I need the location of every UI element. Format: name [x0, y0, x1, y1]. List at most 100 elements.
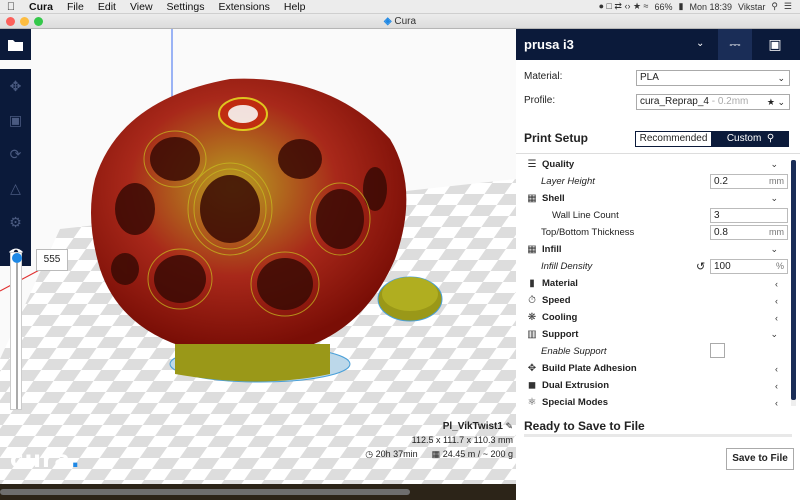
list-icon[interactable]: ☰: [784, 1, 792, 12]
print-time: 20h 37min: [375, 449, 418, 459]
enable-support-label: Enable Support: [541, 346, 607, 357]
cura-small-icon: ◈: [383, 16, 395, 27]
material-select[interactable]: PLA ⌄: [636, 70, 790, 86]
reset-icon[interactable]: ↺: [696, 260, 705, 273]
layer-slider[interactable]: [10, 252, 22, 410]
rotate-tool-button[interactable]: ⟳: [0, 137, 31, 171]
chevron-left-icon: ‹: [775, 312, 778, 323]
tool-panel: ✥ ▣ ⟳ △ ⚙: [0, 69, 31, 261]
search-icon[interactable]: ⚲: [771, 1, 778, 12]
monitor-icon: ▣: [768, 36, 782, 52]
top-bottom-value: 0.8: [714, 227, 728, 238]
window-title: Cura: [394, 16, 417, 27]
infill-density-input[interactable]: 100%: [710, 259, 788, 274]
quality-label: Quality: [542, 159, 575, 170]
menu-file[interactable]: File: [60, 1, 91, 13]
layer-height-unit: mm: [769, 176, 784, 186]
user-name[interactable]: Vikstar: [738, 2, 765, 12]
settings-scrollbar[interactable]: [791, 160, 796, 406]
build-plate-label: Build Plate Adhesion: [542, 363, 637, 374]
custom-mode-button[interactable]: Custom ⚲: [712, 131, 789, 147]
category-quality[interactable]: ☰ Quality ⌄: [516, 156, 792, 173]
top-bottom-input[interactable]: 0.8 mm: [710, 225, 788, 240]
window-titlebar: ◈ Cura: [0, 14, 800, 29]
speed-label: Speed: [542, 295, 571, 306]
per-object-settings-button[interactable]: ⚙: [0, 205, 31, 239]
category-shell[interactable]: ▦ Shell ⌄: [516, 190, 792, 207]
minimize-button[interactable]: [20, 17, 29, 26]
layer-slider-handle[interactable]: [12, 253, 22, 263]
speed-icon: ⏱: [528, 295, 536, 306]
category-dual-extrusion[interactable]: ◼ Dual Extrusion ‹: [516, 377, 792, 394]
wall-line-count-input[interactable]: 3: [710, 208, 788, 223]
clock-icon: ◷: [365, 449, 374, 459]
chevron-down-icon[interactable]: ⌄: [696, 38, 704, 49]
battery-icon[interactable]: ▮: [679, 1, 684, 12]
bottom-scrollbar-thumb[interactable]: [0, 489, 410, 495]
category-special-modes[interactable]: ⚛ Special Modes ‹: [516, 394, 792, 411]
mirror-tool-button[interactable]: △: [0, 171, 31, 205]
print-setup-title: Print Setup: [524, 131, 589, 145]
menu-app-name[interactable]: Cura: [22, 1, 60, 13]
material-usage: 24.45 m / ~ 200 g: [442, 449, 513, 459]
menu-extensions[interactable]: Extensions: [211, 1, 276, 13]
translate-icon: ✥: [9, 77, 22, 94]
close-button[interactable]: [6, 17, 15, 26]
build-plate-scene: [0, 29, 516, 484]
category-cooling[interactable]: ❋ Cooling ‹: [516, 309, 792, 326]
category-support[interactable]: ▥ Support ⌄: [516, 326, 792, 343]
window-controls: [6, 17, 43, 26]
custom-mode-label: Custom: [726, 133, 762, 144]
profile-select[interactable]: cura_Reprap_4 - 0.2mm ★ ⌄: [636, 94, 790, 110]
zoom-button[interactable]: [34, 17, 43, 26]
cura-logo: cura.: [10, 447, 81, 473]
menu-edit[interactable]: Edit: [91, 1, 123, 13]
adhesion-icon: ✥: [527, 363, 537, 374]
layer-height-input[interactable]: 0.2 mm: [710, 174, 788, 189]
menu-help[interactable]: Help: [277, 1, 313, 13]
edit-pencil-icon[interactable]: ✎: [505, 421, 513, 431]
print-settings-tab[interactable]: ⎓: [718, 29, 752, 60]
wall-line-count-label: Wall Line Count: [552, 210, 619, 221]
recommended-mode-button[interactable]: Recommended: [635, 131, 712, 147]
bottom-scrollbar[interactable]: [0, 484, 516, 500]
clock[interactable]: Mon 18:39: [689, 2, 732, 12]
layer-slider-track: [16, 263, 18, 409]
spool-icon: ▦: [431, 449, 441, 459]
layer-height-value: 0.2: [714, 176, 728, 187]
profile-label: Profile:: [524, 95, 556, 106]
ready-status: Ready to Save to File: [524, 419, 645, 433]
translate-tool-button[interactable]: ✥: [0, 69, 31, 103]
enable-support-checkbox[interactable]: [710, 343, 725, 358]
setup-mode-toggle: Recommended Custom ⚲: [635, 131, 789, 147]
chevron-left-icon: ‹: [775, 363, 778, 374]
category-build-plate-adhesion[interactable]: ✥ Build Plate Adhesion ‹: [516, 360, 792, 377]
material-category-label: Material: [542, 278, 578, 289]
monitor-tab[interactable]: ▣: [758, 29, 792, 60]
save-to-file-button[interactable]: Save to File: [726, 448, 794, 470]
scale-tool-button[interactable]: ▣: [0, 103, 31, 137]
profile-hint: - 0.2mm: [711, 96, 749, 107]
menu-view[interactable]: View: [123, 1, 160, 13]
category-infill[interactable]: ▦ Infill ⌄: [516, 241, 792, 258]
open-file-button[interactable]: [0, 29, 31, 60]
search-icon[interactable]: ⚲: [767, 133, 774, 144]
category-material[interactable]: ▮ Material ‹: [516, 275, 792, 292]
profile-row: Profile:: [524, 95, 555, 106]
quality-icon: ☰: [527, 159, 537, 170]
apple-icon[interactable]: : [0, 1, 22, 13]
3d-viewport[interactable]: [0, 29, 516, 484]
dual-extrusion-icon: ◼: [527, 380, 537, 391]
infill-label: Infill: [542, 244, 562, 255]
job-name[interactable]: Pl_VikTwist1: [443, 421, 503, 432]
settings-panel: prusa i3 ⌄ ⎓ ▣ Material: PLA ⌄ Profile: c…: [516, 29, 800, 500]
battery-percent[interactable]: 66%: [654, 2, 672, 12]
menu-settings[interactable]: Settings: [160, 1, 212, 13]
category-speed[interactable]: ⏱ Speed ‹: [516, 292, 792, 309]
chevron-down-icon: ⌄: [770, 159, 778, 169]
status-icons[interactable]: ● □ ⇄ ‹› ★ ≈: [599, 1, 649, 12]
layer-number-input[interactable]: 555: [36, 249, 68, 271]
special-modes-icon: ⚛: [527, 397, 537, 408]
settings-scrollbar-thumb[interactable]: [791, 160, 796, 400]
printer-selector[interactable]: prusa i3: [524, 37, 574, 52]
